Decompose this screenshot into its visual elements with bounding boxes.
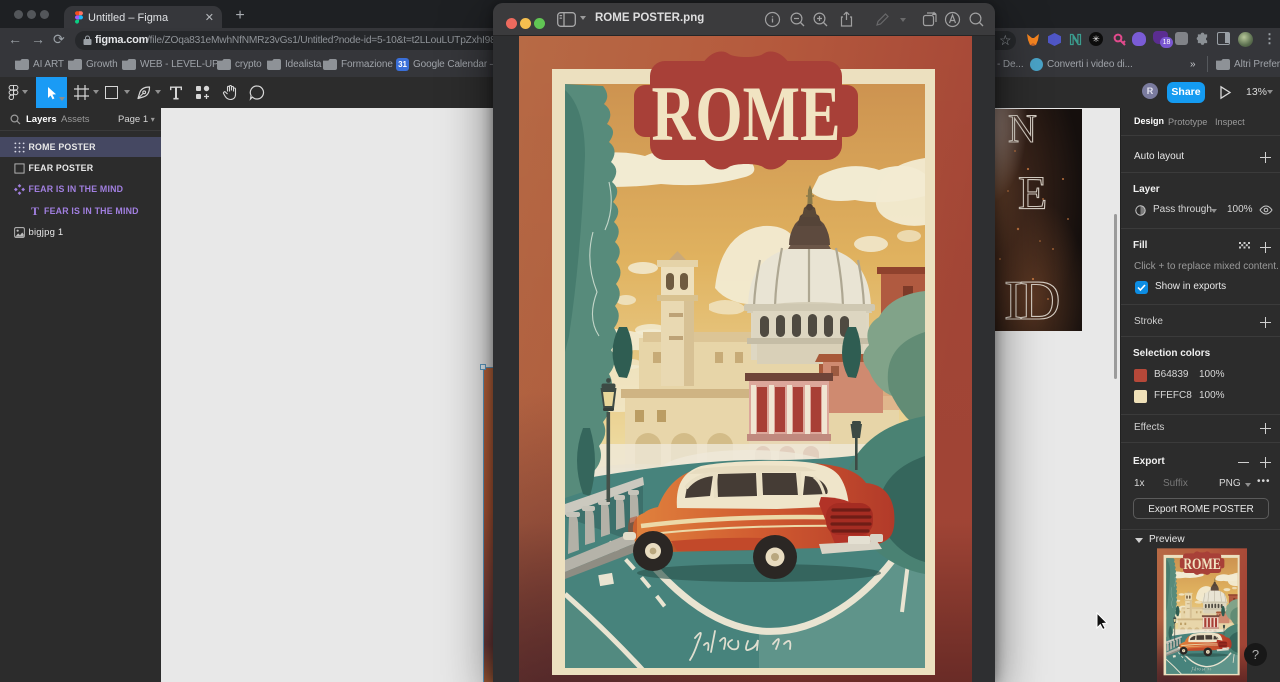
svg-text:I: I bbox=[1004, 270, 1023, 331]
svg-text:E: E bbox=[1018, 167, 1047, 220]
svg-text:N: N bbox=[1008, 109, 1037, 151]
svg-text:D: D bbox=[1020, 270, 1060, 331]
